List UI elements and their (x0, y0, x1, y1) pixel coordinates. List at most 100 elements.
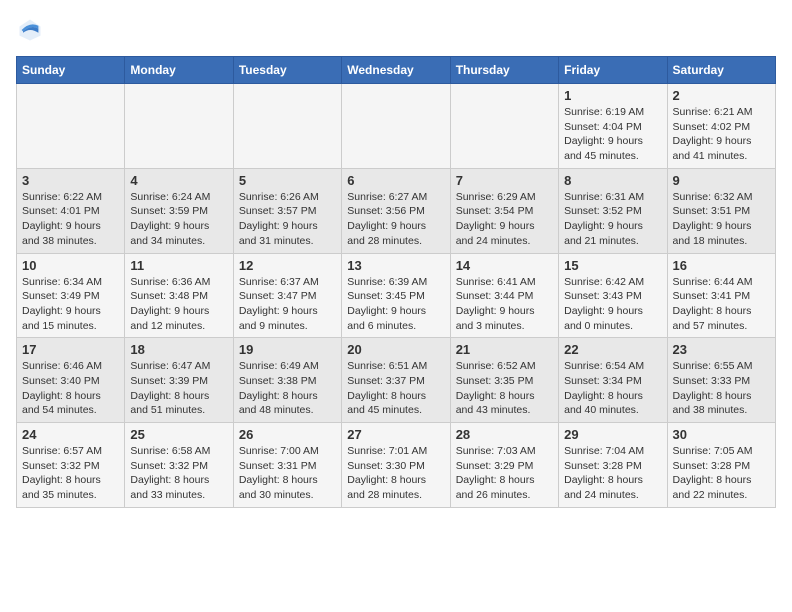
day-of-week-header: Friday (559, 57, 667, 84)
day-number: 4 (130, 173, 227, 188)
day-number: 8 (564, 173, 661, 188)
page-header (16, 16, 776, 44)
day-of-week-header: Saturday (667, 57, 775, 84)
day-number: 1 (564, 88, 661, 103)
day-number: 23 (673, 342, 770, 357)
calendar-day-cell (17, 84, 125, 169)
day-info: Sunrise: 6:19 AM Sunset: 4:04 PM Dayligh… (564, 105, 661, 164)
calendar-day-cell: 3 Sunrise: 6:22 AM Sunset: 4:01 PM Daylig… (17, 168, 125, 253)
day-number: 7 (456, 173, 553, 188)
calendar-day-cell: 18 Sunrise: 6:47 AM Sunset: 3:39 PM Dayli… (125, 338, 233, 423)
calendar-day-cell: 6 Sunrise: 6:27 AM Sunset: 3:56 PM Daylig… (342, 168, 450, 253)
day-number: 13 (347, 258, 444, 273)
day-info: Sunrise: 6:24 AM Sunset: 3:59 PM Dayligh… (130, 190, 227, 249)
day-number: 12 (239, 258, 336, 273)
calendar-week-row: 24 Sunrise: 6:57 AM Sunset: 3:32 PM Dayli… (17, 423, 776, 508)
logo (16, 16, 48, 44)
day-info: Sunrise: 6:29 AM Sunset: 3:54 PM Dayligh… (456, 190, 553, 249)
day-info: Sunrise: 6:51 AM Sunset: 3:37 PM Dayligh… (347, 359, 444, 418)
day-number: 28 (456, 427, 553, 442)
day-number: 10 (22, 258, 119, 273)
day-info: Sunrise: 7:01 AM Sunset: 3:30 PM Dayligh… (347, 444, 444, 503)
day-info: Sunrise: 6:26 AM Sunset: 3:57 PM Dayligh… (239, 190, 336, 249)
calendar-day-cell (125, 84, 233, 169)
day-of-week-header: Tuesday (233, 57, 341, 84)
day-number: 19 (239, 342, 336, 357)
day-number: 2 (673, 88, 770, 103)
day-number: 5 (239, 173, 336, 188)
day-info: Sunrise: 7:05 AM Sunset: 3:28 PM Dayligh… (673, 444, 770, 503)
calendar-week-row: 3 Sunrise: 6:22 AM Sunset: 4:01 PM Daylig… (17, 168, 776, 253)
day-info: Sunrise: 7:03 AM Sunset: 3:29 PM Dayligh… (456, 444, 553, 503)
calendar-day-cell: 5 Sunrise: 6:26 AM Sunset: 3:57 PM Daylig… (233, 168, 341, 253)
day-of-week-header: Wednesday (342, 57, 450, 84)
day-info: Sunrise: 6:57 AM Sunset: 3:32 PM Dayligh… (22, 444, 119, 503)
day-info: Sunrise: 6:34 AM Sunset: 3:49 PM Dayligh… (22, 275, 119, 334)
logo-icon (16, 16, 44, 44)
day-number: 30 (673, 427, 770, 442)
day-number: 25 (130, 427, 227, 442)
calendar-week-row: 1 Sunrise: 6:19 AM Sunset: 4:04 PM Daylig… (17, 84, 776, 169)
calendar-day-cell: 1 Sunrise: 6:19 AM Sunset: 4:04 PM Daylig… (559, 84, 667, 169)
day-number: 16 (673, 258, 770, 273)
day-number: 14 (456, 258, 553, 273)
calendar-day-cell: 30 Sunrise: 7:05 AM Sunset: 3:28 PM Dayli… (667, 423, 775, 508)
day-info: Sunrise: 6:22 AM Sunset: 4:01 PM Dayligh… (22, 190, 119, 249)
day-of-week-header: Monday (125, 57, 233, 84)
calendar-day-cell: 17Sunrise: 6:46 AM Sunset: 3:40 PM Dayli… (17, 338, 125, 423)
day-number: 21 (456, 342, 553, 357)
calendar-day-cell: 23 Sunrise: 6:55 AM Sunset: 3:33 PM Dayli… (667, 338, 775, 423)
calendar-day-cell: 27 Sunrise: 7:01 AM Sunset: 3:30 PM Dayli… (342, 423, 450, 508)
day-info: Sunrise: 6:58 AM Sunset: 3:32 PM Dayligh… (130, 444, 227, 503)
calendar-day-cell (233, 84, 341, 169)
day-number: 27 (347, 427, 444, 442)
day-info: Sunrise: 6:27 AM Sunset: 3:56 PM Dayligh… (347, 190, 444, 249)
day-number: 18 (130, 342, 227, 357)
calendar-week-row: 10 Sunrise: 6:34 AM Sunset: 3:49 PM Dayli… (17, 253, 776, 338)
calendar-day-cell (450, 84, 558, 169)
day-info: Sunrise: 6:39 AM Sunset: 3:45 PM Dayligh… (347, 275, 444, 334)
day-info: Sunrise: 6:21 AM Sunset: 4:02 PM Dayligh… (673, 105, 770, 164)
calendar-day-cell: 16Sunrise: 6:44 AM Sunset: 3:41 PM Dayli… (667, 253, 775, 338)
calendar-day-cell: 7 Sunrise: 6:29 AM Sunset: 3:54 PM Daylig… (450, 168, 558, 253)
calendar-day-cell: 26Sunrise: 7:00 AM Sunset: 3:31 PM Dayli… (233, 423, 341, 508)
day-number: 24 (22, 427, 119, 442)
day-number: 29 (564, 427, 661, 442)
day-info: Sunrise: 6:37 AM Sunset: 3:47 PM Dayligh… (239, 275, 336, 334)
day-info: Sunrise: 7:00 AM Sunset: 3:31 PM Dayligh… (239, 444, 336, 503)
day-info: Sunrise: 6:42 AM Sunset: 3:43 PM Dayligh… (564, 275, 661, 334)
calendar-day-cell: 28 Sunrise: 7:03 AM Sunset: 3:29 PM Dayli… (450, 423, 558, 508)
day-of-week-header: Sunday (17, 57, 125, 84)
calendar-day-cell: 9 Sunrise: 6:32 AM Sunset: 3:51 PM Daylig… (667, 168, 775, 253)
day-info: Sunrise: 6:46 AM Sunset: 3:40 PM Dayligh… (22, 359, 119, 418)
day-number: 9 (673, 173, 770, 188)
calendar-day-cell: 21Sunrise: 6:52 AM Sunset: 3:35 PM Dayli… (450, 338, 558, 423)
day-info: Sunrise: 6:36 AM Sunset: 3:48 PM Dayligh… (130, 275, 227, 334)
calendar-day-cell: 20 Sunrise: 6:51 AM Sunset: 3:37 PM Dayli… (342, 338, 450, 423)
calendar-day-cell: 8 Sunrise: 6:31 AM Sunset: 3:52 PM Daylig… (559, 168, 667, 253)
calendar-day-cell: 11 Sunrise: 6:36 AM Sunset: 3:48 PM Dayli… (125, 253, 233, 338)
day-number: 20 (347, 342, 444, 357)
day-info: Sunrise: 6:47 AM Sunset: 3:39 PM Dayligh… (130, 359, 227, 418)
calendar-day-cell: 22Sunrise: 6:54 AM Sunset: 3:34 PM Dayli… (559, 338, 667, 423)
day-number: 11 (130, 258, 227, 273)
day-info: Sunrise: 6:55 AM Sunset: 3:33 PM Dayligh… (673, 359, 770, 418)
day-info: Sunrise: 6:32 AM Sunset: 3:51 PM Dayligh… (673, 190, 770, 249)
calendar-day-cell (342, 84, 450, 169)
calendar-day-cell: 19 Sunrise: 6:49 AM Sunset: 3:38 PM Dayli… (233, 338, 341, 423)
calendar-day-cell: 24 Sunrise: 6:57 AM Sunset: 3:32 PM Dayli… (17, 423, 125, 508)
calendar-day-cell: 15Sunrise: 6:42 AM Sunset: 3:43 PM Dayli… (559, 253, 667, 338)
calendar-day-cell: 12 Sunrise: 6:37 AM Sunset: 3:47 PM Dayli… (233, 253, 341, 338)
day-number: 22 (564, 342, 661, 357)
day-info: Sunrise: 6:49 AM Sunset: 3:38 PM Dayligh… (239, 359, 336, 418)
calendar-day-cell: 4 Sunrise: 6:24 AM Sunset: 3:59 PM Daylig… (125, 168, 233, 253)
day-number: 3 (22, 173, 119, 188)
calendar-table: SundayMondayTuesdayWednesdayThursdayFrid… (16, 56, 776, 508)
day-number: 6 (347, 173, 444, 188)
day-info: Sunrise: 6:41 AM Sunset: 3:44 PM Dayligh… (456, 275, 553, 334)
calendar-day-cell: 29Sunrise: 7:04 AM Sunset: 3:28 PM Dayli… (559, 423, 667, 508)
calendar-day-cell: 2 Sunrise: 6:21 AM Sunset: 4:02 PM Daylig… (667, 84, 775, 169)
calendar-week-row: 17Sunrise: 6:46 AM Sunset: 3:40 PM Dayli… (17, 338, 776, 423)
calendar-day-cell: 13 Sunrise: 6:39 AM Sunset: 3:45 PM Dayli… (342, 253, 450, 338)
day-info: Sunrise: 6:31 AM Sunset: 3:52 PM Dayligh… (564, 190, 661, 249)
